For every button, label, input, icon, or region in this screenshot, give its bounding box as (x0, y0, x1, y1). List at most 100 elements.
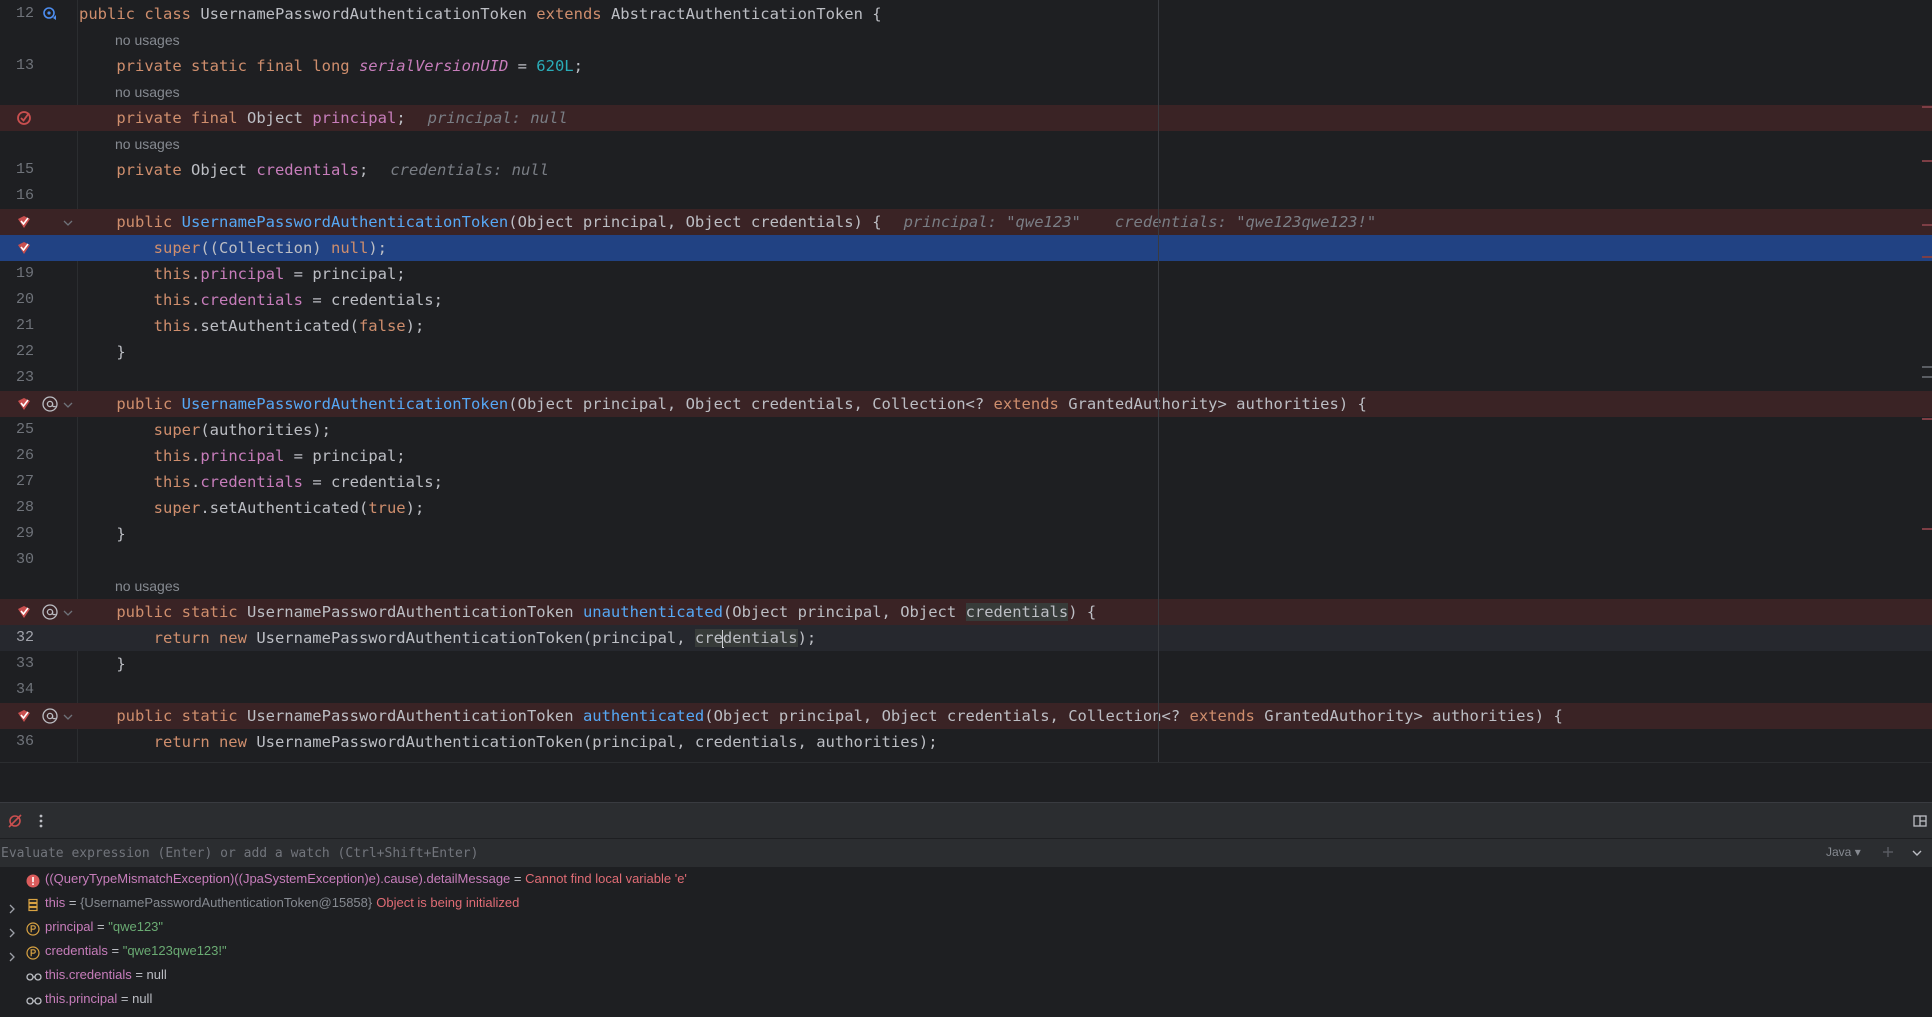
code-text[interactable]: public static UsernamePasswordAuthentica… (79, 599, 1096, 625)
no-usages-hint[interactable]: no usages (115, 131, 180, 157)
breakpoint-icon[interactable] (15, 239, 33, 257)
line-number[interactable]: 32 (0, 625, 34, 651)
breakpoint-icon[interactable] (15, 395, 33, 413)
code-token: this (79, 265, 191, 283)
fold-chevron-icon[interactable] (62, 604, 74, 616)
code-token: (Object principal, Object credentials) { (508, 213, 882, 231)
usage-hint-line: no usages (0, 131, 1932, 157)
annotation-at-icon[interactable] (41, 707, 59, 725)
error-stripe-marker (1922, 256, 1932, 258)
code-text[interactable]: private static final long serialVersionU… (79, 53, 583, 79)
line-number[interactable]: 13 (0, 53, 34, 79)
line-number[interactable]: 15 (0, 157, 34, 183)
code-text[interactable]: this.principal = principal; (79, 443, 406, 469)
fold-chevron-icon[interactable] (62, 708, 74, 720)
code-token: cre (694, 629, 723, 647)
annotation-at-icon[interactable] (41, 395, 59, 413)
layout-icon[interactable] (1911, 812, 1929, 830)
variable-row[interactable]: credentials = "qwe123qwe123!" (0, 939, 1932, 963)
line-number[interactable]: 27 (0, 469, 34, 495)
code-token: ; (396, 109, 406, 127)
code-text[interactable]: return new UsernamePasswordAuthenticatio… (79, 729, 938, 755)
code-text[interactable]: this.credentials = credentials; (79, 469, 443, 495)
fold-chevron-icon[interactable] (62, 396, 74, 408)
code-editor[interactable]: 12 public class UsernamePasswordAuthentic… (0, 0, 1932, 762)
code-text[interactable]: this.credentials = credentials; (79, 287, 443, 313)
no-usages-hint[interactable]: no usages (115, 573, 180, 599)
error-stripe-marker (1922, 224, 1932, 226)
line-number[interactable]: 20 (0, 287, 34, 313)
breakpoint-icon[interactable] (15, 213, 33, 231)
override-icon[interactable] (41, 5, 59, 23)
code-token: authenticated (582, 707, 705, 725)
code-token: UsernamePasswordAuthenticationToken (181, 213, 509, 231)
breakpoint-icon[interactable] (15, 707, 33, 725)
add-watch-icon[interactable] (1880, 844, 1896, 864)
expand-arrow-icon[interactable] (7, 946, 17, 962)
line-number[interactable]: 23 (0, 365, 34, 391)
language-selector[interactable]: Java ▾ (1826, 845, 1861, 859)
mute-breakpoints-icon[interactable] (6, 812, 24, 830)
code-token: GrantedAuthority> authorities) { (1068, 395, 1367, 413)
expand-arrow-icon[interactable] (7, 898, 17, 914)
code-text[interactable]: super.setAuthenticated(true); (79, 495, 425, 521)
code-text[interactable]: return new UsernamePasswordAuthenticatio… (79, 625, 816, 651)
inline-debug-value[interactable]: principal: null (428, 109, 568, 127)
line-number[interactable]: 34 (0, 677, 34, 703)
line-number[interactable]: 16 (0, 183, 34, 209)
code-text[interactable]: public static UsernamePasswordAuthentica… (79, 703, 1563, 729)
line-number[interactable]: 26 (0, 443, 34, 469)
code-text[interactable]: this.setAuthenticated(false); (79, 313, 425, 339)
code-token: credentials (200, 473, 303, 491)
line-number[interactable]: 19 (0, 261, 34, 287)
inline-debug-value[interactable]: principal: "qwe123" (904, 213, 1081, 231)
no-usages-hint[interactable]: no usages (115, 79, 180, 105)
fold-chevron-icon[interactable] (62, 214, 74, 226)
inline-debug-value[interactable]: credentials: "qwe123qwe123!" (1115, 213, 1376, 231)
inline-debug-value[interactable]: credentials: null (390, 161, 549, 179)
code-text[interactable]: public class UsernamePasswordAuthenticat… (79, 1, 882, 27)
code-line: 36 return new UsernamePasswordAuthentica… (0, 729, 1932, 755)
more-options-icon[interactable] (32, 812, 50, 830)
code-text[interactable]: private final Object principal; principal… (79, 105, 568, 131)
evaluate-expression-input[interactable] (0, 839, 1781, 867)
object-icon (26, 896, 40, 912)
breakpoint-icon[interactable] (15, 603, 33, 621)
equals-sign: = (510, 871, 526, 886)
watch-glasses-icon (26, 968, 42, 982)
code-text[interactable]: } (79, 521, 125, 547)
line-number[interactable]: 28 (0, 495, 34, 521)
variable-row[interactable]: this.principal = null (0, 987, 1932, 1011)
line-number[interactable]: 29 (0, 521, 34, 547)
code-token: this (79, 317, 191, 335)
code-token: ); (405, 499, 425, 517)
code-text[interactable]: super(authorities); (79, 417, 331, 443)
line-number[interactable]: 22 (0, 339, 34, 365)
code-token: UsernamePasswordAuthenticationToken (246, 603, 583, 621)
code-text[interactable]: super((Collection) null); (79, 235, 387, 261)
breakpoint-icon[interactable] (15, 109, 33, 127)
line-number[interactable]: 12 (0, 1, 34, 27)
variable-row[interactable]: this.credentials = null (0, 963, 1932, 987)
line-number[interactable]: 33 (0, 651, 34, 677)
line-number[interactable]: 25 (0, 417, 34, 443)
variable-row[interactable]: ((QueryTypeMismatchException)((JpaSystem… (0, 867, 1932, 891)
line-number[interactable]: 36 (0, 729, 34, 755)
code-text[interactable]: public UsernamePasswordAuthenticationTok… (79, 209, 1376, 235)
code-text[interactable]: private Object credentials; credentials: … (79, 157, 549, 183)
variable-row[interactable]: this = {UsernamePasswordAuthenticationTo… (0, 891, 1932, 915)
variable-row[interactable]: principal = "qwe123" (0, 915, 1932, 939)
editor-scrollbar[interactable] (1924, 0, 1932, 762)
code-text[interactable]: public UsernamePasswordAuthenticationTok… (79, 391, 1367, 417)
code-text[interactable]: } (79, 651, 125, 677)
expand-arrow-icon[interactable] (7, 922, 17, 938)
code-token: = credentials; (302, 473, 443, 491)
line-number[interactable]: 21 (0, 313, 34, 339)
expand-chevron-icon[interactable] (1910, 845, 1924, 864)
code-text[interactable]: this.principal = principal; (79, 261, 406, 287)
no-usages-hint[interactable]: no usages (115, 27, 180, 53)
line-number[interactable]: 30 (0, 547, 34, 573)
code-text[interactable]: } (79, 339, 125, 365)
code-token: ; (573, 57, 583, 75)
annotation-at-icon[interactable] (41, 603, 59, 621)
